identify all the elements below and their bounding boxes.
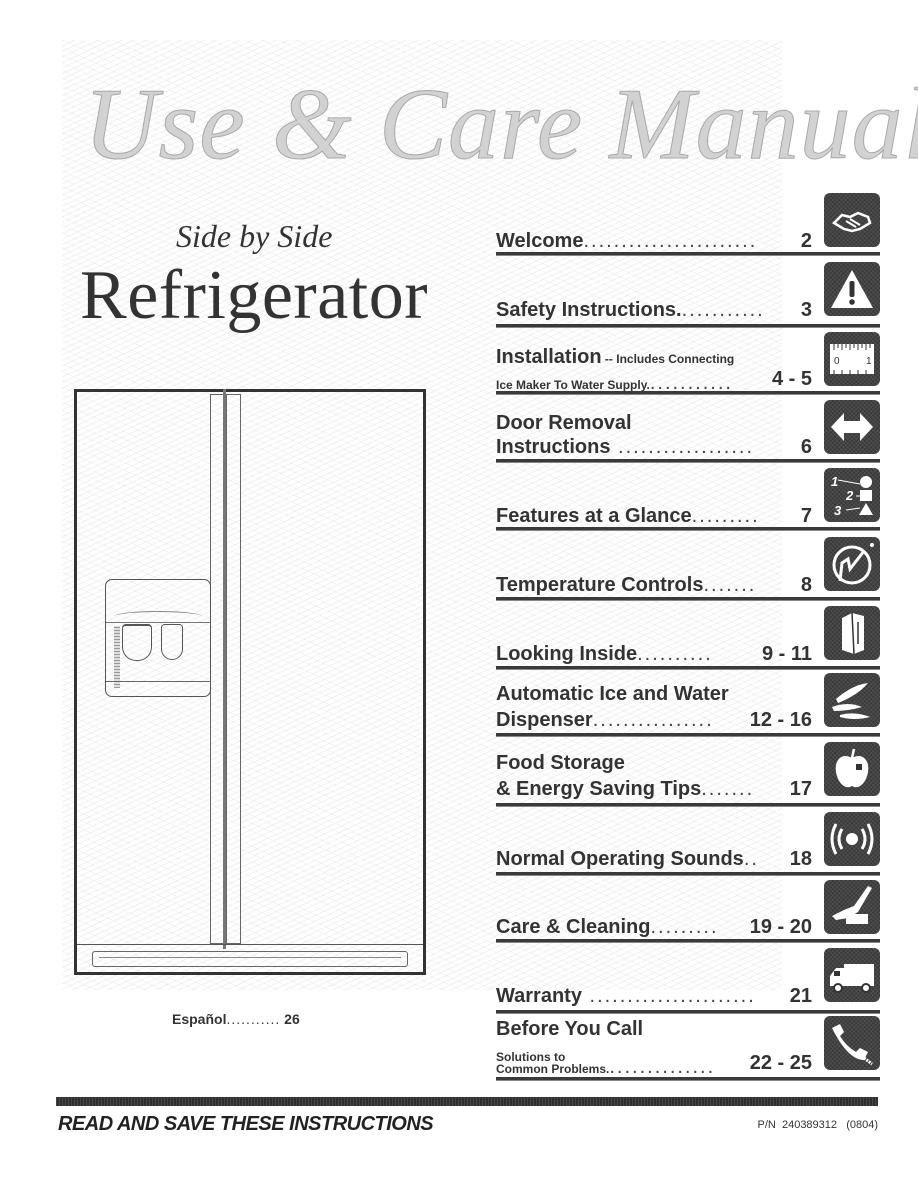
manual-title: Use & Care Manual xyxy=(84,68,918,181)
drip-tray xyxy=(106,681,210,696)
fridge-icon xyxy=(824,606,880,660)
door-seam xyxy=(223,389,226,949)
double-arrow-icon xyxy=(824,400,880,454)
ice-water-dispenser xyxy=(105,579,211,697)
ruler-icon: 01 xyxy=(824,332,880,386)
svg-text:2: 2 xyxy=(845,488,854,503)
svg-text:1: 1 xyxy=(866,356,872,367)
toe-grille xyxy=(92,951,408,967)
phone-icon xyxy=(824,1016,880,1070)
svg-text:1: 1 xyxy=(831,474,838,489)
ice-lever xyxy=(122,624,152,661)
ice-icon xyxy=(824,673,880,727)
part-number: P/N 240389312 (0804) xyxy=(757,1119,878,1131)
handshake-icon xyxy=(824,193,880,247)
numbered-shapes-icon: 123 xyxy=(824,468,880,522)
dial-hand-icon xyxy=(824,537,880,591)
cleaning-hand-icon xyxy=(824,880,880,934)
toc-item-espanol[interactable]: Español........... 26 xyxy=(172,1011,300,1027)
apple-icon xyxy=(824,742,880,796)
footer-divider xyxy=(56,1097,878,1106)
product-subtitle: Side by Side xyxy=(176,218,333,254)
warning-icon xyxy=(824,262,880,316)
product-name: Refrigerator xyxy=(80,257,429,334)
read-save-instructions: READ AND SAVE THESE INSTRUCTIONS xyxy=(58,1113,434,1135)
refrigerator-illustration xyxy=(74,389,426,975)
svg-text:3: 3 xyxy=(834,503,842,518)
svg-text:0: 0 xyxy=(834,356,840,367)
fresh-food-door-handle xyxy=(226,394,241,944)
truck-icon xyxy=(824,948,880,1002)
sound-icon xyxy=(824,812,880,866)
water-lever xyxy=(161,624,183,660)
